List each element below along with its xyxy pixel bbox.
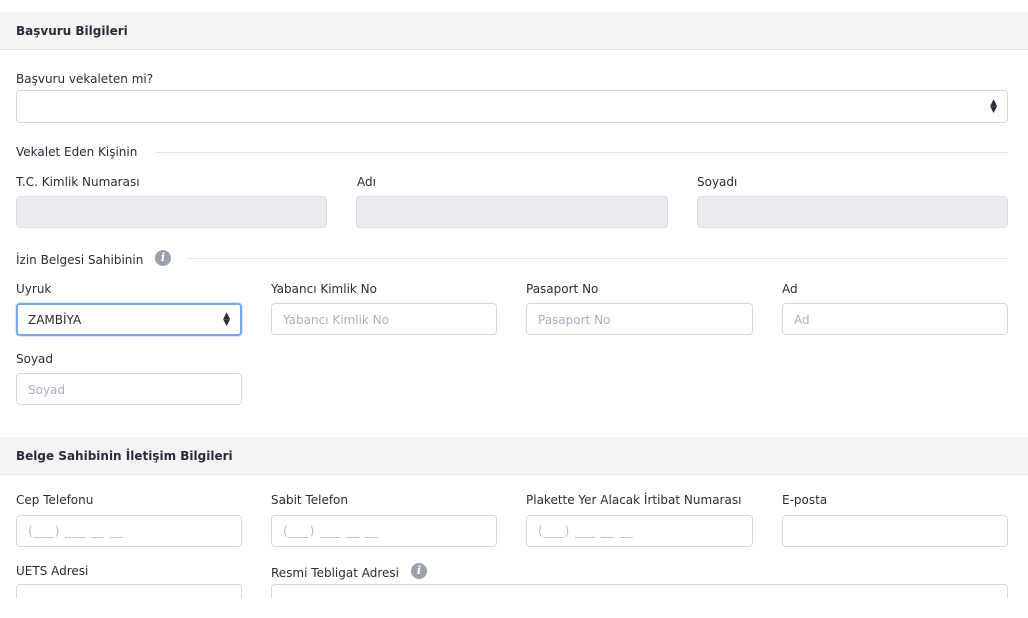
section-header-application-info: Başvuru Bilgileri <box>0 12 1028 50</box>
legend-divider <box>186 258 1008 259</box>
info-icon[interactable]: i <box>411 563 427 579</box>
email-label: E-posta <box>782 493 828 507</box>
info-icon[interactable]: i <box>155 250 171 266</box>
foreign-id-input[interactable]: Yabancı Kimlik No <box>271 303 497 335</box>
bottom-fade <box>0 598 1028 618</box>
proxy-tc-input <box>16 196 327 228</box>
nationality-label: Uyruk <box>16 282 52 296</box>
proxy-select[interactable]: ▲ ▼ <box>16 90 1008 123</box>
mobile-input[interactable]: (___) ___ __ __ <box>16 515 242 547</box>
owner-surname-label: Soyad <box>16 352 54 366</box>
section-title: Belge Sahibinin İletişim Bilgileri <box>16 449 233 463</box>
section-header-contact-info: Belge Sahibinin İletişim Bilgileri <box>0 437 1028 475</box>
owner-surname-input[interactable]: Soyad <box>16 373 242 405</box>
legend-divider <box>156 152 1008 153</box>
email-input[interactable] <box>782 515 1008 547</box>
landline-input[interactable]: (___) ___ __ __ <box>271 515 497 547</box>
owner-name-input[interactable]: Ad <box>782 303 1008 335</box>
proxy-person-legend: Vekalet Eden Kişinin <box>16 145 138 159</box>
passport-label: Pasaport No <box>526 282 599 296</box>
nationality-select[interactable]: ZAMBİYA ▲ ▼ <box>16 303 242 336</box>
sort-caret-icon: ▲ ▼ <box>990 97 997 115</box>
proxy-surname-input <box>697 196 1008 228</box>
section-title: Başvuru Bilgileri <box>16 24 128 38</box>
mobile-label: Cep Telefonu <box>16 493 94 507</box>
foreign-id-label: Yabancı Kimlik No <box>271 282 377 296</box>
sort-caret-icon: ▲ ▼ <box>223 310 230 328</box>
proxy-tc-label: T.C. Kimlik Numarası <box>16 175 140 189</box>
proxy-name-input <box>356 196 668 228</box>
proxy-name-label: Adı <box>357 175 376 189</box>
permit-owner-legend: İzin Belgesi Sahibinin <box>16 253 144 267</box>
proxy-question-label: Başvuru vekaleten mi? <box>16 72 154 86</box>
plate-phone-input[interactable]: (___) ___ __ __ <box>526 515 753 547</box>
passport-input[interactable]: Pasaport No <box>526 303 753 335</box>
owner-name-label: Ad <box>782 282 798 296</box>
uets-label: UETS Adresi <box>16 564 89 578</box>
proxy-surname-label: Soyadı <box>697 175 738 189</box>
official-address-label: Resmi Tebligat Adresi <box>271 566 399 580</box>
plate-phone-label: Plakette Yer Alacak İrtibat Numarası <box>526 493 742 507</box>
landline-label: Sabit Telefon <box>271 493 349 507</box>
